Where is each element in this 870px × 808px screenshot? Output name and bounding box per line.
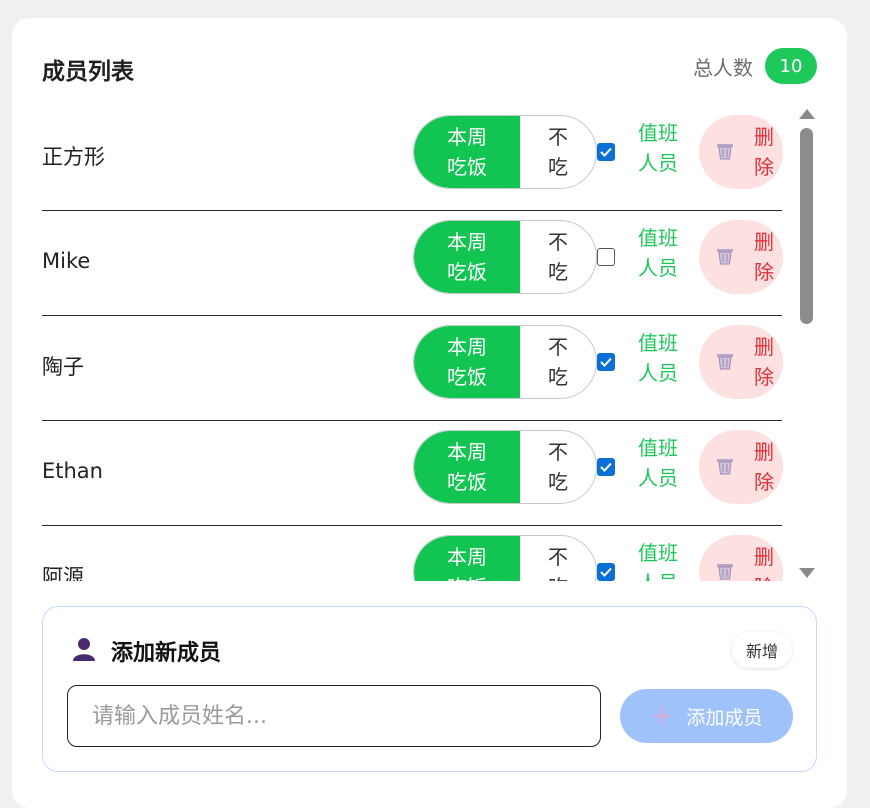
member-row: Ethan 本周 吃饭 不 吃 值班 人员 删 除 bbox=[42, 421, 783, 526]
member-name: Mike bbox=[42, 249, 91, 273]
member-name: 陶子 bbox=[42, 355, 84, 379]
eat-toggle-off[interactable]: 不 吃 bbox=[520, 431, 596, 503]
eat-toggle[interactable]: 本周 吃饭 不 吃 bbox=[413, 325, 597, 399]
delete-button[interactable]: 删 除 bbox=[699, 535, 783, 581]
eat-toggle-off[interactable]: 不 吃 bbox=[520, 536, 596, 581]
members-card: 成员列表 总人数 10 正方形 本周 吃饭不 吃值班 人员删 除 Mike 本周 吃饭… bbox=[12, 18, 847, 808]
delete-button[interactable]: 删 除 bbox=[699, 115, 783, 189]
plus-icon: + bbox=[650, 701, 673, 731]
delete-button-label: 删 除 bbox=[754, 545, 774, 581]
trash-icon bbox=[713, 138, 737, 166]
eat-toggle-on[interactable]: 本周 吃饭 bbox=[414, 431, 520, 503]
member-name: 阿源 bbox=[42, 565, 84, 581]
duty-label: 值班 人员 bbox=[638, 121, 678, 175]
eat-toggle-off[interactable]: 不 吃 bbox=[520, 221, 596, 293]
duty-label: 值班 人员 bbox=[638, 436, 678, 490]
scroll-up-arrow-icon[interactable] bbox=[799, 109, 815, 119]
total-label: 总人数 bbox=[693, 55, 753, 80]
duty-label: 值班 人员 bbox=[638, 226, 678, 280]
eat-toggle-on-label: 本周 吃饭 bbox=[447, 125, 487, 179]
delete-button[interactable]: 删 除 bbox=[699, 430, 783, 504]
add-member-button[interactable]: + 添加成员 bbox=[620, 689, 793, 743]
eat-toggle-on[interactable]: 本周 吃饭 bbox=[414, 536, 520, 581]
delete-button-label: 删 除 bbox=[754, 440, 774, 494]
eat-toggle[interactable]: 本周 吃饭 不 吃 bbox=[413, 430, 597, 504]
member-list-scrollbar[interactable] bbox=[797, 106, 817, 581]
delete-button[interactable]: 删 除 bbox=[699, 325, 783, 399]
eat-toggle[interactable]: 本周 吃饭 不 吃 bbox=[413, 535, 597, 581]
member-name: Ethan bbox=[42, 459, 103, 483]
duty-checkbox[interactable] bbox=[597, 458, 615, 476]
eat-toggle[interactable]: 本周 吃饭 不 吃 bbox=[413, 115, 597, 189]
scroll-down-arrow-icon[interactable] bbox=[799, 568, 815, 578]
eat-toggle-off[interactable]: 不 吃 bbox=[520, 326, 596, 398]
eat-toggle-on-label: 本周 吃饭 bbox=[447, 230, 487, 284]
eat-toggle-off-label: 不 吃 bbox=[548, 545, 568, 581]
eat-toggle-on-label: 本周 吃饭 bbox=[447, 545, 487, 581]
user-icon bbox=[71, 636, 97, 666]
eat-toggle[interactable]: 本周 吃饭 不 吃 bbox=[413, 220, 597, 294]
total-badge: 10 bbox=[765, 48, 817, 84]
duty-checkbox[interactable] bbox=[597, 143, 615, 161]
duty-checkbox[interactable] bbox=[597, 248, 615, 266]
eat-toggle-on-label: 本周 吃饭 bbox=[447, 335, 487, 389]
add-member-heading: 添加新成员 bbox=[71, 635, 221, 667]
member-list[interactable]: 正方形 本周 吃饭不 吃值班 人员删 除 Mike 本周 吃饭不 吃值班 人员删 除陶… bbox=[42, 106, 812, 581]
new-tag: 新增 bbox=[731, 632, 792, 668]
scrollbar-thumb[interactable] bbox=[800, 128, 813, 324]
delete-button-label: 删 除 bbox=[754, 125, 774, 179]
delete-button-label: 删 除 bbox=[754, 230, 774, 284]
member-row: 阿源 本周 吃饭 不 吃 值班 人员 删 除 bbox=[42, 526, 783, 581]
member-row: 陶子 本周 吃饭 不 吃 值班 人员 删 除 bbox=[42, 316, 783, 421]
member-name: 正方形 bbox=[42, 145, 105, 169]
duty-checkbox[interactable] bbox=[597, 353, 615, 371]
member-row: Mike 本周 吃饭 不 吃 值班 人员 删 除 bbox=[42, 211, 783, 316]
eat-toggle-off-label: 不 吃 bbox=[548, 335, 568, 389]
page-title: 成员列表 bbox=[42, 59, 134, 85]
eat-toggle-on[interactable]: 本周 吃饭 bbox=[414, 326, 520, 398]
eat-toggle-off-label: 不 吃 bbox=[548, 125, 568, 179]
duty-label: 值班 人员 bbox=[638, 541, 678, 581]
delete-button-label: 删 除 bbox=[754, 335, 774, 389]
duty-checkbox[interactable] bbox=[597, 563, 615, 581]
eat-toggle-on[interactable]: 本周 吃饭 bbox=[414, 221, 520, 293]
trash-icon bbox=[713, 558, 737, 581]
members-header: 成员列表 总人数 10 bbox=[42, 48, 817, 88]
eat-toggle-off[interactable]: 不 吃 bbox=[520, 116, 596, 188]
delete-button[interactable]: 删 除 bbox=[699, 220, 783, 294]
trash-icon bbox=[713, 348, 737, 376]
duty-label: 值班 人员 bbox=[638, 331, 678, 385]
member-name-input[interactable] bbox=[67, 685, 601, 747]
total-count: 总人数 10 bbox=[693, 48, 817, 84]
eat-toggle-on[interactable]: 本周 吃饭 bbox=[414, 116, 520, 188]
add-member-button-label: 添加成员 bbox=[686, 706, 763, 729]
add-member-title: 添加新成员 bbox=[111, 641, 222, 666]
eat-toggle-on-label: 本周 吃饭 bbox=[447, 440, 487, 494]
trash-icon bbox=[713, 243, 737, 271]
eat-toggle-off-label: 不 吃 bbox=[548, 440, 568, 494]
add-member-panel: 添加新成员 新增 + 添加成员 bbox=[42, 606, 817, 772]
trash-icon bbox=[713, 453, 737, 481]
member-row: 正方形 本周 吃饭 不 吃 值班 人员 删 除 bbox=[42, 106, 783, 211]
eat-toggle-off-label: 不 吃 bbox=[548, 230, 568, 284]
